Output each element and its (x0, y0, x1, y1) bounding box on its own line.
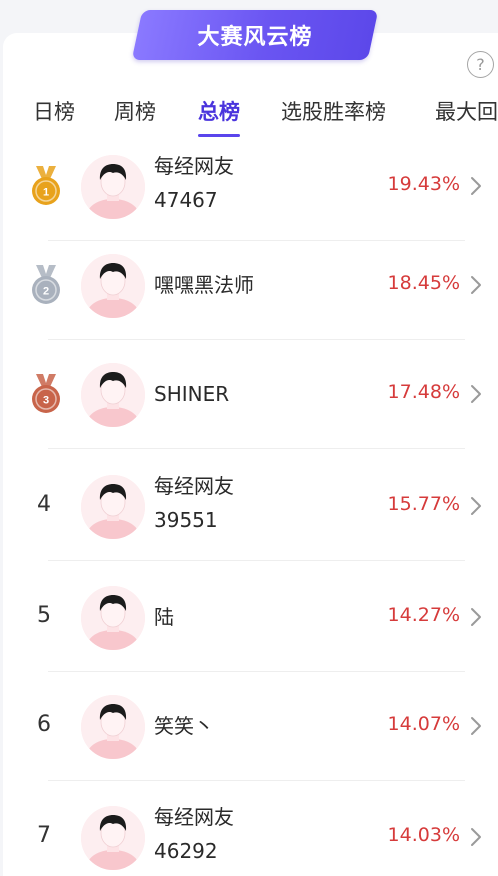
chevron-right-icon[interactable] (468, 606, 484, 628)
user-name-suffix: 47467 (154, 188, 218, 212)
chevron-right-icon[interactable] (468, 826, 484, 848)
ranking-row[interactable]: 5 陆 14.27% (0, 563, 498, 672)
rank-number: 5 (37, 603, 51, 628)
tab-3[interactable]: 选股胜率榜 (281, 90, 386, 134)
tab-label: 周榜 (114, 100, 156, 124)
row-divider (48, 780, 465, 781)
svg-text:2: 2 (43, 286, 49, 298)
ranking-row[interactable]: 3 SHINER 17.48% (0, 340, 498, 449)
ranking-row[interactable]: 1 每经网友 47467 19.43% (0, 140, 498, 241)
ranking-tabs: 日榜 周榜 总榜 选股胜率榜 最大回 (0, 90, 498, 140)
ranking-list: 1 每经网友 47467 19.43% 2 嘿嘿黑法师 18.45% 3 SHINER 17.48… (0, 140, 498, 876)
avatar (81, 254, 145, 318)
avatar (81, 155, 145, 219)
chevron-right-icon[interactable] (468, 495, 484, 517)
tab-2[interactable]: 总榜 (198, 90, 240, 137)
bronze-medal-icon: 3 (30, 374, 62, 414)
ranking-row[interactable]: 4 每经网友 39551 15.77% (0, 452, 498, 561)
user-name: 陆 (154, 605, 174, 629)
svg-text:3: 3 (43, 395, 49, 407)
user-name: 笑笑丶 (154, 714, 214, 738)
tab-0[interactable]: 日榜 (33, 90, 75, 134)
tab-1[interactable]: 周榜 (114, 90, 156, 134)
tab-label: 最大回 (435, 100, 498, 124)
ranking-row[interactable]: 7 每经网友 46292 14.03% (0, 783, 498, 876)
win-rate-value: 14.27% (387, 604, 460, 626)
gold-medal-icon: 1 (30, 166, 62, 206)
chevron-right-icon[interactable] (468, 383, 484, 405)
banner-title: 大赛风云榜 (197, 25, 313, 50)
chevron-right-icon[interactable] (468, 274, 484, 296)
row-divider (48, 448, 465, 449)
chevron-right-icon[interactable] (468, 715, 484, 737)
tab-label: 选股胜率榜 (281, 100, 386, 124)
active-tab-underline (198, 134, 240, 137)
rank-number: 6 (37, 712, 51, 737)
rank-number: 4 (37, 492, 51, 517)
ranking-row[interactable]: 2 嘿嘿黑法师 18.45% (0, 231, 498, 340)
tab-4[interactable]: 最大回 (435, 90, 498, 134)
user-name: SHINER (154, 382, 230, 406)
user-name-suffix: 46292 (154, 839, 218, 863)
help-icon[interactable]: ? (467, 51, 494, 78)
svg-text:1: 1 (43, 187, 49, 199)
avatar (81, 586, 145, 650)
ranking-row[interactable]: 6 笑笑丶 14.07% (0, 672, 498, 781)
leaderboard-banner: 大赛风云榜 (131, 10, 379, 60)
win-rate-value: 15.77% (387, 493, 460, 515)
win-rate-value: 18.45% (387, 272, 460, 294)
row-divider (48, 560, 465, 561)
tab-label: 总榜 (198, 100, 240, 124)
avatar (81, 475, 145, 539)
user-name: 每经网友 (154, 474, 234, 498)
user-name-suffix: 39551 (154, 508, 218, 532)
silver-medal-icon: 2 (30, 265, 62, 305)
user-name: 每经网友 (154, 805, 234, 829)
chevron-right-icon[interactable] (468, 175, 484, 197)
win-rate-value: 14.03% (387, 824, 460, 846)
user-name: 嘿嘿黑法师 (154, 273, 254, 297)
win-rate-value: 19.43% (387, 173, 460, 195)
avatar (81, 695, 145, 759)
user-name: 每经网友 (154, 154, 234, 178)
avatar (81, 363, 145, 427)
win-rate-value: 17.48% (387, 381, 460, 403)
avatar (81, 806, 145, 870)
rank-number: 7 (37, 823, 51, 848)
tab-label: 日榜 (33, 100, 75, 124)
win-rate-value: 14.07% (387, 713, 460, 735)
